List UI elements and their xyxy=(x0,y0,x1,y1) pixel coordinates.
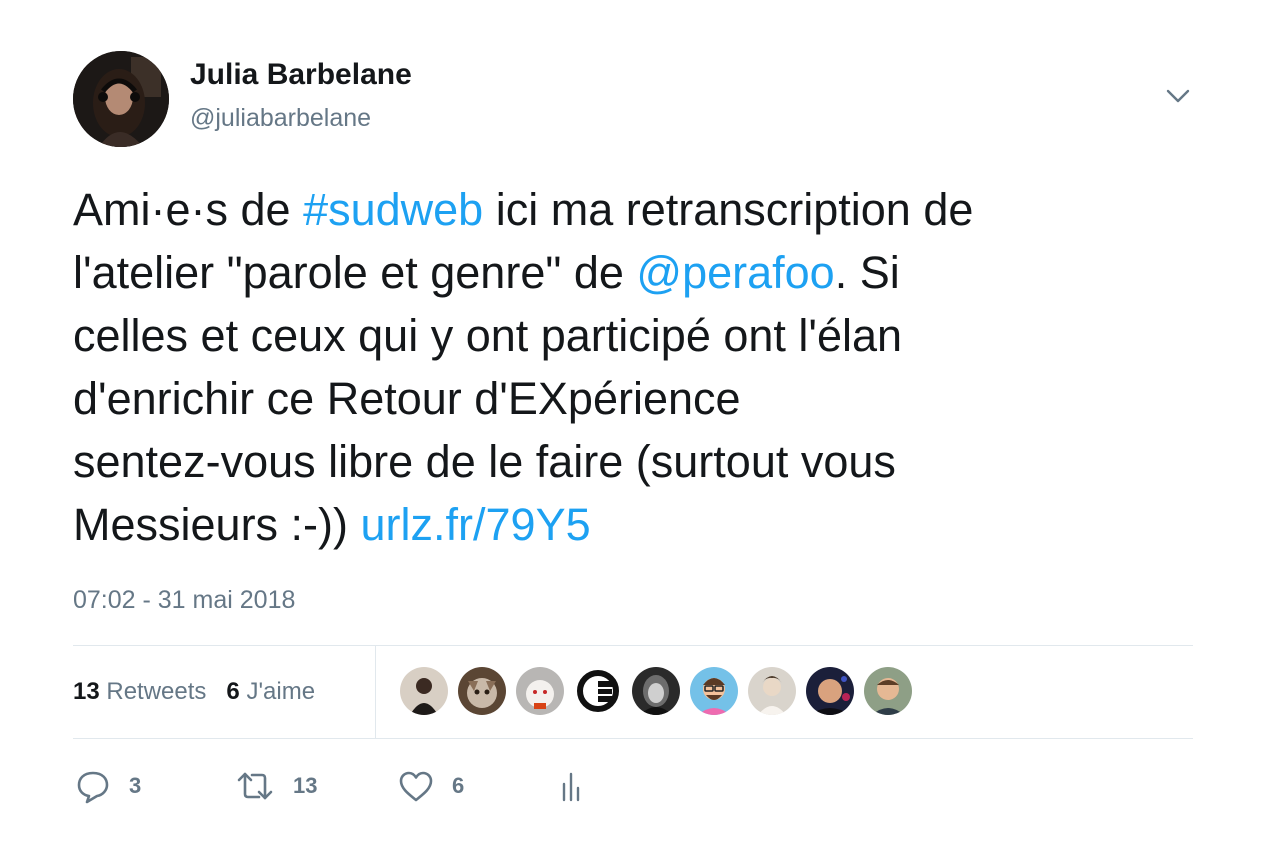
tweet-text-line: Messieurs :-)) urlz.fr/79Y5 xyxy=(73,493,1203,556)
tweet-text-segment: ici ma retranscription de xyxy=(483,184,974,235)
retweets-stat-label: Retweets xyxy=(106,678,207,705)
reply-button[interactable]: 3 xyxy=(73,768,233,804)
chevron-down-icon[interactable] xyxy=(1160,82,1196,110)
liker-avatar[interactable] xyxy=(400,667,448,715)
tweet-card: Julia Barbelane @juliabarbelane Ami·e·s … xyxy=(0,0,1262,850)
tweet-text-line: sentez-vous libre de le faire (surtout v… xyxy=(73,430,1203,493)
url-link[interactable]: urlz.fr/79Y5 xyxy=(361,499,591,550)
tweet-text-segment: sentez-vous libre de le faire (surtout v… xyxy=(73,436,896,487)
tweet-timestamp[interactable]: 07:02 - 31 mai 2018 xyxy=(73,586,295,615)
tweet-text: Ami·e·s de #sudweb ici ma retranscriptio… xyxy=(73,178,1203,556)
hashtag-link[interactable]: #sudweb xyxy=(303,184,483,235)
tweet-actions: 3 13 6 xyxy=(73,762,586,810)
liker-avatar[interactable] xyxy=(806,667,854,715)
stats-separator xyxy=(375,646,376,738)
liker-avatar[interactable] xyxy=(748,667,796,715)
tweet-text-line: celles et ceux qui y ont participé ont l… xyxy=(73,304,1203,367)
liker-avatar[interactable] xyxy=(458,667,506,715)
analytics-button[interactable] xyxy=(556,768,586,804)
tweet-text-segment: d'enrichir ce Retour d'EXpérience xyxy=(73,373,741,424)
likes-stat[interactable]: 6 J'aime xyxy=(226,678,315,706)
author-avatar[interactable] xyxy=(73,51,169,147)
liker-avatar[interactable] xyxy=(690,667,738,715)
tweet-text-segment: l'atelier "parole et genre" de xyxy=(73,247,637,298)
tweet-text-segment: Ami·e·s de xyxy=(73,184,304,235)
liker-avatar[interactable] xyxy=(574,667,622,715)
tweet-text-segment: celles et ceux qui y ont participé ont l… xyxy=(73,310,903,361)
liker-avatar[interactable] xyxy=(632,667,680,715)
analytics-icon xyxy=(556,768,586,804)
tweet-text-segment: Messieurs :-)) xyxy=(73,499,361,550)
retweets-stat-count: 13 xyxy=(73,678,100,705)
retweet-count: 13 xyxy=(293,773,318,798)
like-button[interactable]: 6 xyxy=(396,768,556,804)
author-display-name[interactable]: Julia Barbelane xyxy=(190,58,412,92)
retweet-icon xyxy=(233,768,277,804)
reply-count: 3 xyxy=(129,773,142,798)
likers-avatars xyxy=(400,667,922,717)
retweets-stat[interactable]: 13 Retweets xyxy=(73,678,206,706)
mention-link[interactable]: @perafoo xyxy=(636,247,834,298)
divider xyxy=(73,738,1193,739)
tweet-text-line: d'enrichir ce Retour d'EXpérience xyxy=(73,367,1203,430)
heart-icon xyxy=(396,768,436,804)
tweet-text-line: l'atelier "parole et genre" de @perafoo.… xyxy=(73,241,1203,304)
like-count: 6 xyxy=(452,773,465,798)
liker-avatar[interactable] xyxy=(516,667,564,715)
tweet-stats: 13 Retweets 6 J'aime xyxy=(73,646,373,738)
liker-avatar[interactable] xyxy=(864,667,912,715)
tweet-text-line: Ami·e·s de #sudweb ici ma retranscriptio… xyxy=(73,178,1203,241)
likes-stat-label: J'aime xyxy=(246,678,316,705)
retweet-button[interactable]: 13 xyxy=(233,768,396,804)
reply-icon xyxy=(73,768,113,804)
likes-stat-count: 6 xyxy=(226,678,240,705)
tweet-text-segment: . Si xyxy=(834,247,900,298)
author-handle[interactable]: @juliabarbelane xyxy=(190,104,371,133)
